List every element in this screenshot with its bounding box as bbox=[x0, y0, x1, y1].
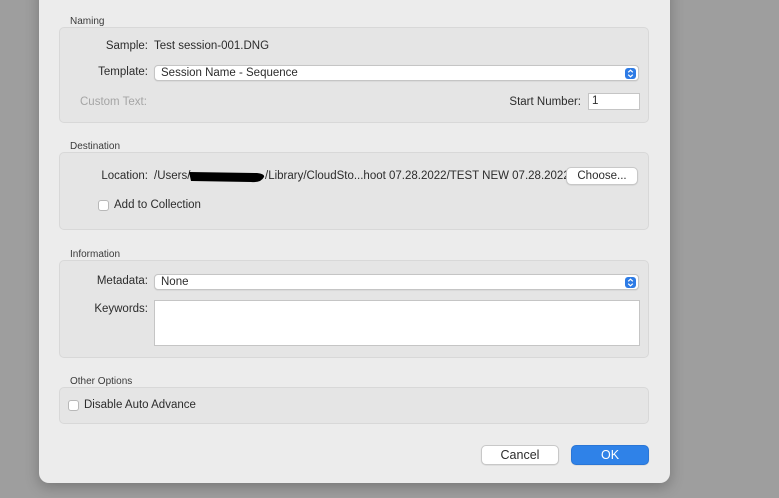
disable-auto-advance-label: Disable Auto Advance bbox=[84, 399, 196, 411]
keywords-field[interactable] bbox=[154, 300, 640, 346]
start-number-label: Start Number: bbox=[509, 96, 581, 108]
start-number-field[interactable]: 1 bbox=[588, 93, 640, 110]
metadata-label: Metadata: bbox=[96, 275, 148, 287]
template-label: Template: bbox=[98, 66, 148, 78]
redaction-mark bbox=[189, 172, 265, 183]
template-popup[interactable]: Session Name - Sequence bbox=[154, 65, 639, 81]
other-options-group: Disable Auto Advance bbox=[59, 387, 649, 424]
naming-group: Sample: Test session-001.DNG Template: S… bbox=[59, 27, 649, 123]
location-path-suffix: /Library/CloudSto...hoot 07.28.2022/TEST… bbox=[265, 170, 570, 182]
ok-button[interactable]: OK bbox=[571, 445, 649, 465]
information-group: Metadata: None Keywords: bbox=[59, 260, 649, 358]
sample-value: Test session-001.DNG bbox=[154, 40, 270, 52]
template-popup-value: Session Name - Sequence bbox=[161, 67, 298, 79]
custom-text-label: Custom Text: bbox=[80, 96, 147, 108]
add-to-collection-checkbox[interactable] bbox=[98, 200, 109, 211]
import-settings-sheet: Naming Sample: Test session-001.DNG Temp… bbox=[39, 0, 670, 483]
popup-arrows-icon bbox=[625, 277, 636, 288]
sample-label: Sample: bbox=[105, 40, 148, 52]
disable-auto-advance-checkbox[interactable] bbox=[68, 400, 79, 411]
naming-section-title: Naming bbox=[70, 16, 105, 27]
choose-button[interactable]: Choose... bbox=[566, 167, 638, 185]
destination-section-title: Destination bbox=[70, 141, 121, 152]
add-to-collection-label: Add to Collection bbox=[114, 199, 201, 211]
popup-arrows-icon bbox=[625, 68, 636, 79]
location-label: Location: bbox=[101, 170, 148, 182]
information-section-title: Information bbox=[70, 249, 121, 260]
metadata-popup-value: None bbox=[161, 276, 189, 288]
start-number-value: 1 bbox=[592, 95, 599, 107]
metadata-popup[interactable]: None bbox=[154, 274, 639, 290]
keywords-label: Keywords: bbox=[94, 303, 148, 315]
other-options-section-title: Other Options bbox=[70, 376, 133, 387]
destination-group: Location: /Users/ /Library/CloudSto...ho… bbox=[59, 152, 649, 230]
location-path-prefix: /Users/ bbox=[154, 170, 191, 182]
cancel-button[interactable]: Cancel bbox=[481, 445, 559, 465]
